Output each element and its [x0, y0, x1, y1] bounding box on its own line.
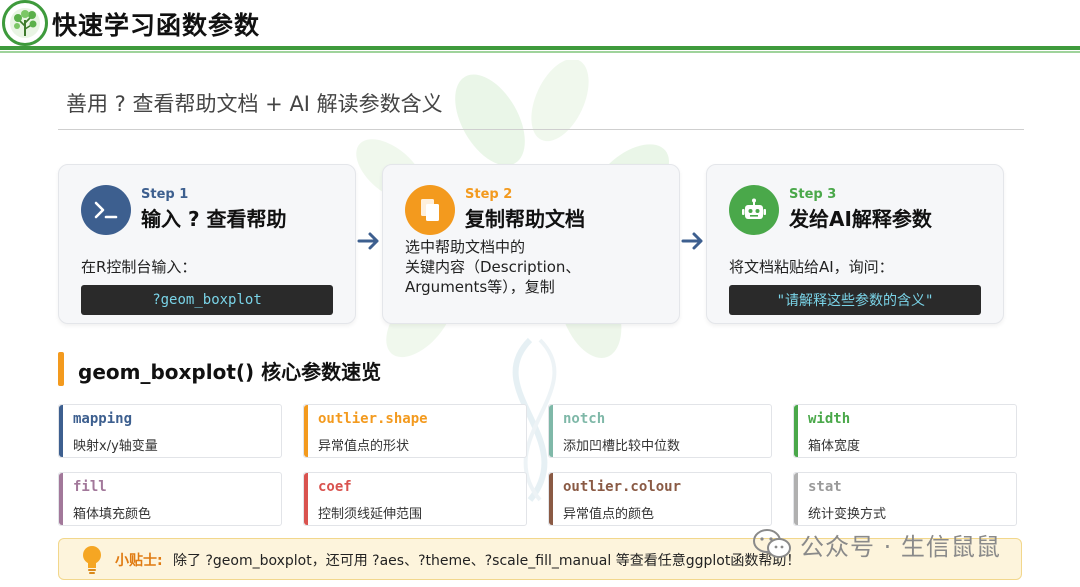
step-card-1: Step 1 输入 ? 查看帮助 在R控制台输入： ?geom_boxplot — [58, 164, 356, 324]
section-title: geom_boxplot() 核心参数速览 — [78, 360, 382, 384]
param-accent — [794, 473, 798, 525]
param-description: 添加凹槽比较中位数 — [563, 439, 681, 454]
step-description: 选中帮助文档中的 关键内容（Description、 Arguments等），复… — [405, 238, 581, 296]
param-accent — [304, 473, 308, 525]
arrow-right-icon — [357, 232, 379, 250]
param-name: mapping — [73, 411, 133, 427]
param-name: coef — [318, 479, 352, 495]
param-accent — [59, 405, 63, 457]
step-description: 将文档粘贴给AI，询问： — [729, 258, 894, 276]
param-description: 箱体填充颜色 — [73, 507, 152, 522]
param-description: 映射x/y轴变量 — [73, 439, 158, 454]
terminal-icon — [81, 185, 131, 235]
wechat-icon — [753, 529, 791, 558]
param-name: notch — [563, 411, 606, 427]
copy-icon — [405, 185, 455, 235]
step-description: 在R控制台输入： — [81, 258, 197, 276]
param-accent — [549, 473, 553, 525]
step-title: 输入 ? 查看帮助 — [141, 207, 287, 231]
param-card: outlier.colour 异常值点的颜色 — [548, 472, 772, 526]
param-description: 箱体宽度 — [808, 439, 861, 454]
param-card: stat 统计变换方式 — [793, 472, 1017, 526]
code-snippet: "请解释这些参数的含义" — [729, 285, 981, 315]
logo-icon — [2, 0, 48, 46]
step-title: 发给AI解释参数 — [789, 207, 932, 231]
param-name: width — [808, 411, 851, 427]
param-name: fill — [73, 479, 107, 495]
header-divider — [0, 46, 1080, 50]
param-accent — [794, 405, 798, 457]
param-accent — [304, 405, 308, 457]
param-name: outlier.colour — [563, 479, 682, 495]
param-card: mapping 映射x/y轴变量 — [58, 404, 282, 458]
page-title: 快速学习函数参数 — [52, 11, 261, 40]
header-divider-light — [0, 51, 1080, 53]
param-card: coef 控制须线延伸范围 — [303, 472, 527, 526]
step-number: Step 2 — [465, 187, 513, 202]
lightbulb-icon — [83, 546, 101, 574]
arrow-right-icon — [681, 232, 703, 250]
param-card: outlier.shape 异常值点的形状 — [303, 404, 527, 458]
subtitle: 善用 ? 查看帮助文档 + AI 解读参数含义 — [66, 92, 443, 116]
param-accent — [549, 405, 553, 457]
param-description: 控制须线延伸范围 — [318, 507, 423, 522]
param-description: 异常值点的形状 — [318, 439, 410, 454]
step-card-3: Step 3 发给AI解释参数 将文档粘贴给AI，询问： "请解释这些参数的含义… — [706, 164, 1004, 324]
step-number: Step 1 — [141, 187, 189, 202]
header: 快速学习函数参数 — [0, 0, 1080, 53]
watermark: 公众号 · 生信鼠鼠 — [752, 526, 1001, 562]
param-card: width 箱体宽度 — [793, 404, 1017, 458]
param-description: 异常值点的颜色 — [563, 507, 655, 522]
tip-label: 小贴士: — [115, 553, 163, 569]
param-accent — [59, 473, 63, 525]
tip-text: 除了 ?geom_boxplot，还可用 ?aes、?theme、?scale_… — [173, 553, 801, 569]
step-title: 复制帮助文档 — [465, 207, 585, 231]
code-snippet: ?geom_boxplot — [81, 285, 333, 315]
watermark-text: 公众号 · 生信鼠鼠 — [800, 532, 1001, 561]
param-name: stat — [808, 479, 842, 495]
param-card: fill 箱体填充颜色 — [58, 472, 282, 526]
step-card-2: Step 2 复制帮助文档 选中帮助文档中的 关键内容（Description、… — [382, 164, 680, 324]
param-name: outlier.shape — [318, 411, 428, 427]
step-number: Step 3 — [789, 187, 837, 202]
section-accent-bar — [58, 352, 64, 386]
robot-icon — [729, 185, 779, 235]
param-description: 统计变换方式 — [808, 507, 887, 522]
param-card: notch 添加凹槽比较中位数 — [548, 404, 772, 458]
subtitle-divider — [58, 129, 1024, 130]
